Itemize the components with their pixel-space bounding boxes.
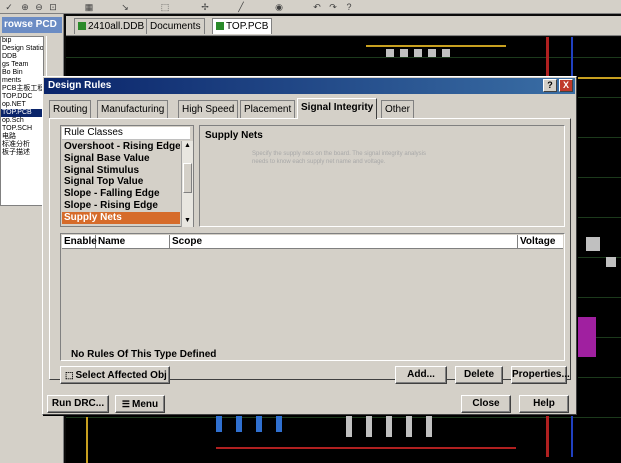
rules-table[interactable]: Enable Name Scope Voltage No Rules Of Th… (60, 233, 565, 361)
scroll-up-icon[interactable]: ▲ (182, 141, 193, 151)
tab-high-speed[interactable]: High Speed (178, 100, 239, 118)
column-name[interactable]: Name (96, 235, 170, 249)
rule-class-item[interactable]: Signal Top Value (62, 176, 180, 188)
menu-button[interactable]: ☰ Menu (115, 395, 165, 413)
pad-icon[interactable]: ◉ (274, 2, 284, 12)
rules-table-header: Enable Name Scope Voltage (62, 235, 563, 249)
design-tree[interactable]: bip Design Station DDB gs Team Bo Bin ments PC… (0, 36, 44, 206)
zoom-fit-icon[interactable]: ⊡ (48, 2, 58, 12)
close-title-button[interactable]: X (559, 79, 573, 92)
help-button[interactable]: Help (519, 395, 569, 413)
delete-rule-button[interactable]: Delete (455, 366, 503, 384)
design-tree-item[interactable]: Design Station (1, 45, 43, 53)
dialog-title: Design Rules (48, 80, 112, 91)
tab-other[interactable]: Other (381, 100, 415, 118)
rule-description-title: Supply Nets (205, 130, 263, 141)
design-tree-item[interactable]: TOP.PCB (1, 109, 43, 117)
rule-class-item[interactable]: Signal Stimulus (62, 165, 180, 177)
design-tree-item[interactable]: 板子描述 (1, 149, 43, 157)
rule-properties-button[interactable]: Properties... (511, 366, 570, 384)
undo-icon[interactable]: ↶ (312, 2, 322, 12)
tab-manufacturing[interactable]: Manufacturing (97, 100, 169, 118)
close-button[interactable]: Close (461, 395, 511, 413)
document-tabs: 2410all.DDB Documents TOP.PCB (66, 16, 621, 36)
dialog-title-bar[interactable]: Design Rules ? X (44, 78, 575, 94)
design-tree-item[interactable]: op.Sch (1, 117, 43, 125)
rule-classes-header: Rule Classes (62, 127, 190, 140)
design-tree-item[interactable]: 电路 (1, 133, 43, 141)
doc-tab-ddb[interactable]: 2410all.DDB (74, 18, 149, 34)
rule-tabs: Routing Manufacturing High Speed Placeme… (49, 98, 569, 119)
rule-classes-scrollbar[interactable]: ▲ ▼ (181, 141, 193, 227)
tab-signal-integrity[interactable]: Signal Integrity (297, 98, 378, 119)
rule-description-text: Specify the supply nets on the board. Th… (252, 151, 426, 165)
move-icon[interactable]: ✢ (200, 2, 210, 12)
design-tree-item[interactable]: ments (1, 77, 43, 85)
redo-icon[interactable]: ↷ (328, 2, 338, 12)
zoom-in-icon[interactable]: ⊕ (20, 2, 30, 12)
column-scope[interactable]: Scope (170, 235, 518, 249)
design-rules-dialog: Design Rules ? X Routing Manufacturing H… (42, 76, 577, 415)
select-affected-button[interactable]: ⬚ Select Affected Obj (60, 366, 170, 384)
doc-tab-documents[interactable]: Documents (146, 18, 205, 34)
design-tree-item[interactable]: PCB主板工程 (1, 85, 43, 93)
scroll-thumb[interactable] (183, 163, 192, 193)
column-voltage[interactable]: Voltage (518, 235, 563, 249)
signal-integrity-panel: Rule Classes Overshoot - Rising Edge Sign… (49, 118, 571, 384)
design-tree-item[interactable]: TOP.DDC (1, 93, 43, 101)
rule-class-item[interactable]: Supply Nets (62, 211, 180, 224)
run-drc-button[interactable]: Run DRC... (47, 395, 109, 413)
browse-panel-title: rowse PCD (2, 17, 62, 33)
menu-icon: ☰ (121, 399, 130, 409)
rule-class-item[interactable]: Slope - Rising Edge (62, 200, 180, 212)
app-toolbar: ✓ ⊕ ⊖ ⊡ ▦ ↘ ⬚ ✢ ╱ ◉ ↶ ↷ ? (0, 0, 621, 14)
design-tree-item[interactable]: 标准分析 (1, 141, 43, 149)
pointer-icon[interactable]: ✓ (4, 2, 14, 12)
design-tree-item[interactable]: gs Team (1, 61, 43, 69)
route-icon[interactable]: ↘ (120, 2, 130, 12)
pcb-file-icon (216, 22, 224, 30)
help-title-button[interactable]: ? (543, 79, 557, 92)
design-tree-item[interactable]: DDB (1, 53, 43, 61)
zoom-out-icon[interactable]: ⊖ (34, 2, 44, 12)
wire-icon[interactable]: ╱ (236, 2, 246, 12)
rule-classes-items[interactable]: Overshoot - Rising Edge Signal Base Value… (62, 141, 180, 227)
rule-class-item[interactable]: Overshoot - Rising Edge (62, 141, 180, 153)
empty-rules-message: No Rules Of This Type Defined (71, 349, 217, 360)
rule-description-pane: Supply Nets Specify the supply nets on t… (199, 125, 565, 227)
design-tree-item[interactable]: TOP.SCH (1, 125, 43, 133)
column-enable[interactable]: Enable (62, 235, 97, 249)
rule-class-item[interactable]: Signal Base Value (62, 153, 180, 165)
rule-classes-list: Rule Classes Overshoot - Rising Edge Sign… (60, 125, 194, 227)
grid-icon[interactable]: ▦ (84, 2, 94, 12)
select-icon[interactable]: ⬚ (160, 2, 170, 12)
design-tree-item[interactable]: Bo Bin (1, 69, 43, 77)
tab-routing[interactable]: Routing (49, 100, 92, 118)
database-icon (78, 22, 86, 30)
select-objects-icon: ⬚ (65, 370, 74, 380)
add-rule-button[interactable]: Add... (395, 366, 447, 384)
scroll-down-icon[interactable]: ▼ (182, 216, 193, 226)
doc-tab-top-pcb[interactable]: TOP.PCB (212, 18, 273, 34)
tab-placement[interactable]: Placement (240, 100, 296, 118)
help-icon[interactable]: ? (344, 2, 354, 12)
design-tree-item[interactable]: bip (1, 37, 43, 45)
rule-class-item[interactable]: Slope - Falling Edge (62, 188, 180, 200)
design-tree-item[interactable]: op.NET (1, 101, 43, 109)
